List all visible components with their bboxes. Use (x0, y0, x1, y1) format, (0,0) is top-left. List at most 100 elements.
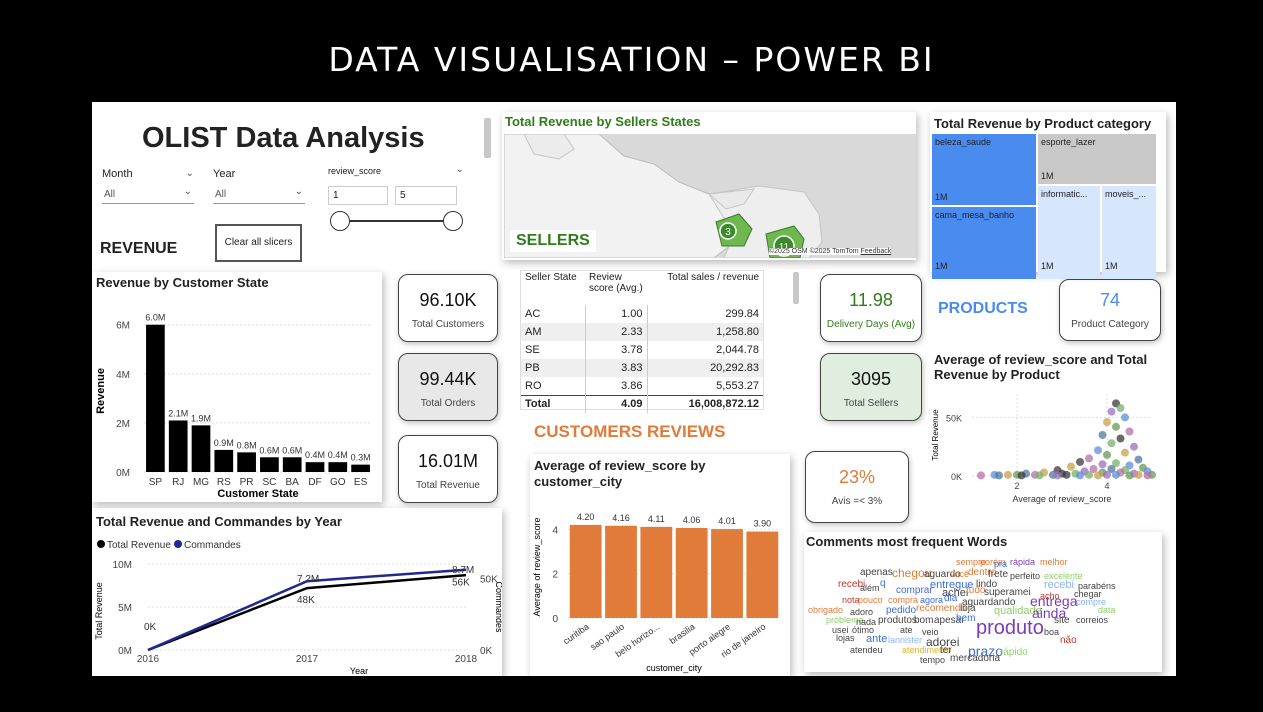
clear-slicers-button[interactable]: Clear all slicers (215, 224, 302, 262)
review-min-input[interactable]: 1 (328, 186, 388, 205)
treemap-tile-cama[interactable]: cama_mesa_banho 1M (932, 207, 1036, 279)
legend-label: Total Revenue (107, 540, 171, 551)
cloud-word: recebi (1044, 579, 1074, 591)
delivery-days-label: Delivery Days (Avg) (826, 319, 916, 330)
review-score-slicer[interactable]: review_score ⌄ 1 5 (328, 164, 464, 231)
cloud-word: compra (888, 595, 919, 605)
tile-value: 1M (1041, 261, 1054, 271)
total-sales-header[interactable]: Total sales / revenue (647, 271, 763, 305)
cloud-word: bom (914, 615, 934, 626)
scatter-point (1085, 470, 1093, 479)
review-score-header[interactable]: Review score (Avg.) (585, 271, 647, 305)
data-label: 2.1M (168, 408, 188, 418)
table-scroll-thumb[interactable] (793, 272, 799, 304)
scatter-point (1125, 427, 1134, 436)
tile-name: moveis_... (1105, 189, 1147, 199)
table-cell: 3.86 (584, 377, 648, 395)
table-row[interactable]: AM 2.33 1,258.80 (521, 323, 763, 341)
review-score-slicer-label: review_score (328, 166, 382, 176)
treemap-tile-esporte[interactable]: esporte_lazer 1M (1038, 134, 1156, 184)
year-slicer[interactable]: Year All ⌄ (213, 168, 305, 204)
year-slicer-value[interactable]: All ⌄ (213, 186, 305, 204)
scatter-point (1134, 470, 1143, 479)
x-tick-label: 2016 (137, 654, 160, 665)
slide-title: DATA VISUALISATION – POWER BI (328, 40, 935, 79)
chevron-down-icon[interactable]: ⌄ (456, 164, 464, 175)
avis-label: Avis =< 3% (831, 496, 883, 507)
scatter-point (1062, 470, 1071, 479)
table-cell: 3.78 (584, 341, 648, 359)
y-axis-title: Revenue (95, 368, 107, 414)
month-slicer[interactable]: Month ⌄ All ⌄ (102, 168, 194, 204)
map-feedback-link[interactable]: Feedback (861, 248, 892, 255)
review-revenue-scatter-chart: 0K 50K 2 4 Total Revenue Average of review_sc… (931, 394, 1156, 504)
y2-tick-label: 0K (480, 646, 493, 657)
x-axis-title: Customer State (217, 488, 298, 500)
cloud-word: mercadoria (950, 653, 1001, 664)
table-row[interactable]: SE 3.78 2,044.78 (521, 341, 763, 359)
revenue-commandes-panel: Total Revenue and Commandes by Year Tota… (92, 508, 502, 676)
scroll-thumb[interactable] (484, 118, 491, 158)
x-tick-label: curitiba (561, 621, 591, 646)
wordcloud-title: Comments most frequent Words (806, 534, 1008, 549)
treemap-tile-informatica[interactable]: informatic... 1M (1038, 186, 1100, 279)
treemap-tile-moveis[interactable]: moveis_... 1M (1102, 186, 1156, 279)
series-line-0 (147, 573, 467, 652)
category-treemap-panel: Total Revenue by Product category beleza… (930, 112, 1166, 279)
cloud-word: obrigado (808, 605, 844, 615)
product-category-label: Product Category (1071, 319, 1149, 330)
review-max-input[interactable]: 5 (395, 186, 457, 205)
data-label: 6.0M (145, 313, 165, 323)
bar-RS (214, 449, 234, 472)
scatter-point (1125, 471, 1134, 480)
x-tick-label: RS (217, 477, 231, 488)
scatter-point (1107, 407, 1116, 416)
scatter-point (1103, 470, 1111, 479)
revenue-commandes-chart: Total Revenue Commandes0M5M10M0K50KTotal … (94, 540, 502, 676)
scatter-point (1085, 454, 1093, 463)
x-axis-title: Year (350, 666, 368, 676)
total-revenue-card: 16.01M Total Revenue (398, 435, 498, 503)
x-tick-label: SP (149, 477, 163, 488)
month-slicer-value[interactable]: All ⌄ (102, 186, 194, 204)
x-axis-title: Average of review_score (1013, 494, 1112, 504)
data-label: 0.6M (282, 445, 302, 455)
bar-BA (282, 457, 302, 472)
scatter-point (1112, 422, 1120, 431)
scatter-point (1134, 455, 1143, 464)
data-label: 4.06 (683, 515, 701, 525)
x-tick-label: ES (354, 477, 368, 488)
y-tick-label: 4 (552, 525, 558, 536)
data-label: 1.9M (191, 413, 211, 423)
scatter-title: Average of review_score and Total Revenu… (934, 352, 1148, 382)
table-row[interactable]: RO 3.86 5,553.27 (521, 377, 763, 395)
table-row[interactable]: PB 3.83 20,292.83 (521, 359, 763, 377)
seller-state-header[interactable]: Seller State (521, 271, 585, 305)
table-cell: 1,258.80 (716, 326, 759, 338)
scatter-point (1004, 470, 1012, 479)
x-tick-label: SC (262, 477, 276, 488)
cloud-word: produto (976, 617, 1044, 639)
bar-curitiba (569, 524, 602, 618)
wordcloud-panel: Comments most frequent Words sempre porém… (804, 532, 1162, 672)
products-section-label: PRODUCTS (938, 300, 1028, 317)
review-by-city-panel: Average of review_score by customer_city… (530, 454, 790, 676)
cloud-word: correios (1076, 615, 1109, 625)
y-tick-label: 50K (946, 413, 962, 423)
treemap-tile-beleza[interactable]: beleza_saude 1M (932, 134, 1036, 205)
cloud-word: rápido (1000, 647, 1028, 658)
total-customers-label: Total Customers (411, 319, 485, 330)
table-cell: AC (525, 308, 541, 320)
cloud-word: pouco (858, 595, 883, 605)
review-range-handle-min[interactable] (330, 211, 350, 231)
report-canvas: OLIST Data Analysis Month ⌄ All ⌄ Year Al… (92, 102, 1176, 676)
cloud-word: bem (956, 613, 976, 624)
sellers-map-panel: Total Revenue by Sellers States 3 11 SEL… (502, 112, 916, 260)
data-label: 8.7M (452, 565, 474, 576)
table-row[interactable]: AC 1.00 299.84 (521, 305, 763, 323)
x-tick-label: BA (286, 477, 300, 488)
chevron-down-icon[interactable]: ⌄ (186, 168, 194, 179)
review-range-handle-max[interactable] (443, 211, 463, 231)
cloud-word: data (1098, 605, 1116, 615)
scatter-point (1103, 418, 1111, 427)
